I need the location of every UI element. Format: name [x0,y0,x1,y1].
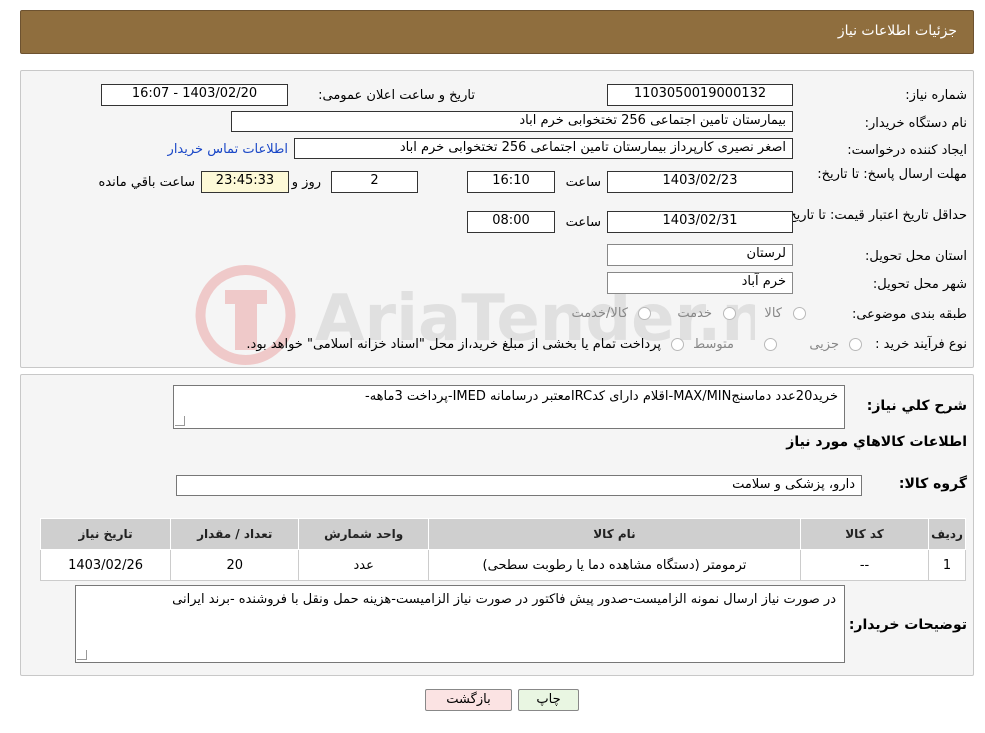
remaining-time-field: 23:45:33 [201,171,289,193]
table-header-row: ردیف کد کالا نام کالا واحد شمارش تعداد /… [39,518,966,550]
category-goods-label: کالا [764,306,782,321]
days-label: روز و [291,175,321,190]
category-service-label: خدمت [677,306,712,321]
process-medium-radio[interactable] [764,338,777,351]
goods-group-field: دارو، پزشکی و سلامت [176,475,862,496]
days-field: 2 [331,171,418,193]
province-label: استان محل تحویل: [865,249,967,264]
price-time-label: ساعت [565,215,601,230]
category-goods-service-radio[interactable] [638,307,651,320]
cell-need-date: 1403/02/26 [39,549,172,581]
back-button[interactable]: بازگشت [425,689,512,711]
category-label: طبقه بندی موضوعی: [851,307,967,322]
process-medium-label: متوسط [693,337,734,352]
reply-time-field: 16:10 [467,171,555,193]
cell-quantity: 20 [170,549,300,581]
col-header-need-date: تاریخ نیاز [39,518,172,550]
process-note: پرداخت تمام یا بخشی از مبلغ خرید،از محل … [246,337,661,352]
description-text: خرید20عدد دماسنجMAX/MIN-اقلام دارای کدIR… [365,389,838,404]
notes-resize-handle-icon[interactable] [77,650,87,660]
buyer-notes-field: در صورت نیاز ارسال نمونه الزامیست-صدور پ… [75,585,845,663]
table-row[interactable]: 1 -- ترمومتر (دستگاه مشاهده دما یا رطوبت… [39,549,966,581]
price-validity-label: حداقل تاریخ اعتبار قیمت: تا تاریخ: [783,208,967,223]
city-field: خرم آباد [607,272,793,294]
city-label: شهر محل تحویل: [872,277,967,292]
requester-field: اصغر نصیری کارپرداز بیمارستان تامین اجتم… [294,138,793,159]
goods-group-label: گروه کالا: [898,476,967,492]
col-header-unit: واحد شمارش [298,518,429,550]
process-treasury-checkbox[interactable] [671,338,684,351]
cell-goods-name: ترمومتر (دستگاه مشاهده دما یا رطوبت سطحی… [427,549,801,581]
page-title: جزئیات اطلاعات نیاز [837,23,957,39]
remaining-label: ساعت باقي مانده [98,175,195,190]
need-number-label: شماره نیاز: [905,88,967,103]
print-button[interactable]: چاپ [518,689,579,711]
process-minor-radio[interactable] [849,338,862,351]
buyer-contact-link[interactable]: اطلاعات تماس خریدار [168,142,288,157]
col-header-row-number: ردیف [928,518,966,550]
page-header: جزئیات اطلاعات نیاز [20,10,974,54]
col-header-goods-code: کد کالا [799,518,930,550]
description-field: خرید20عدد دماسنجMAX/MIN-اقلام دارای کدIR… [173,385,845,429]
col-header-goods-name: نام کالا [427,518,801,550]
cell-goods-code: -- [799,549,930,581]
category-goods-service-label: کالا/خدمت [571,306,628,321]
buyer-org-field: بیمارستان تامین اجتماعی 256 تختخوابی خرم… [231,111,793,132]
reply-date-field: 1403/02/23 [607,171,793,193]
price-time-field: 08:00 [467,211,555,233]
cell-row-number: 1 [928,549,966,581]
cell-unit: عدد [298,549,429,581]
col-header-quantity: تعداد / مقدار [170,518,300,550]
announce-field: 1403/02/20 - 16:07 [101,84,288,106]
process-label: نوع فرآیند خرید : [875,337,967,352]
process-minor-label: جزیی [809,337,839,352]
announce-label: تاریخ و ساعت اعلان عمومی: [318,88,475,103]
reply-deadline-label: مهلت ارسال پاسخ: تا تاریخ: [817,167,967,182]
reply-time-label: ساعت [565,175,601,190]
goods-info-title: اطلاعات کالاهاي مورد نياز [786,434,967,450]
need-number-field: 1103050019000132 [607,84,793,106]
buyer-notes-label: توضیحات خریدار: [848,617,967,633]
category-service-radio[interactable] [723,307,736,320]
description-label: شرح کلي نياز: [866,398,967,414]
requester-label: ایجاد کننده درخواست: [847,143,967,158]
province-field: لرستان [607,244,793,266]
category-goods-radio[interactable] [793,307,806,320]
price-date-field: 1403/02/31 [607,211,793,233]
resize-handle-icon[interactable] [175,416,185,426]
buyer-org-label: نام دستگاه خریدار: [864,116,967,131]
goods-table: ردیف کد کالا نام کالا واحد شمارش تعداد /… [39,518,966,581]
buyer-notes-text: در صورت نیاز ارسال نمونه الزامیست-صدور پ… [172,592,836,607]
